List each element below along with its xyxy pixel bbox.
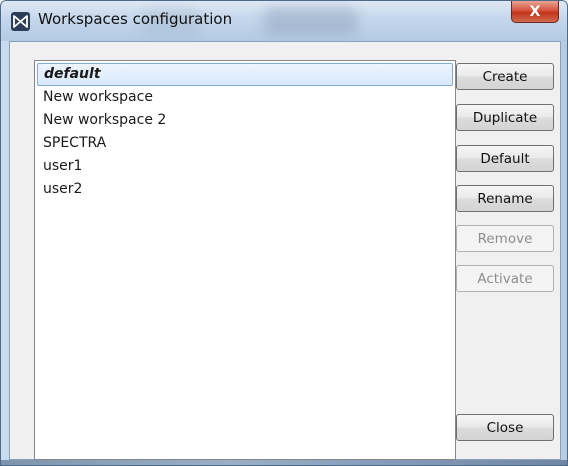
rename-button[interactable]: Rename (456, 185, 554, 212)
create-button[interactable]: Create (456, 63, 554, 90)
list-item-user1[interactable]: user1 (37, 155, 453, 178)
close-window-button[interactable]: X (511, 1, 559, 23)
dialog-window: Workspaces configuration X default New w… (0, 0, 568, 466)
title-bar[interactable]: Workspaces configuration X (1, 1, 567, 41)
remove-button[interactable]: Remove (456, 225, 554, 252)
close-button[interactable]: Close (456, 414, 554, 441)
close-icon: X (529, 3, 541, 20)
list-item-user2[interactable]: user2 (37, 178, 453, 201)
window-bottom-edge (1, 460, 567, 465)
list-item-default[interactable]: default (37, 63, 453, 86)
workspace-list[interactable]: default New workspace New workspace 2 SP… (34, 60, 456, 460)
bowtie-app-icon (11, 12, 30, 31)
duplicate-button[interactable]: Duplicate (456, 104, 554, 131)
activate-button[interactable]: Activate (456, 265, 554, 292)
list-item-new-workspace[interactable]: New workspace (37, 86, 453, 109)
background-blur (263, 7, 358, 35)
default-button[interactable]: Default (456, 145, 554, 172)
list-item-new-workspace-2[interactable]: New workspace 2 (37, 109, 453, 132)
window-title: Workspaces configuration (38, 10, 233, 28)
list-item-spectra[interactable]: SPECTRA (37, 132, 453, 155)
